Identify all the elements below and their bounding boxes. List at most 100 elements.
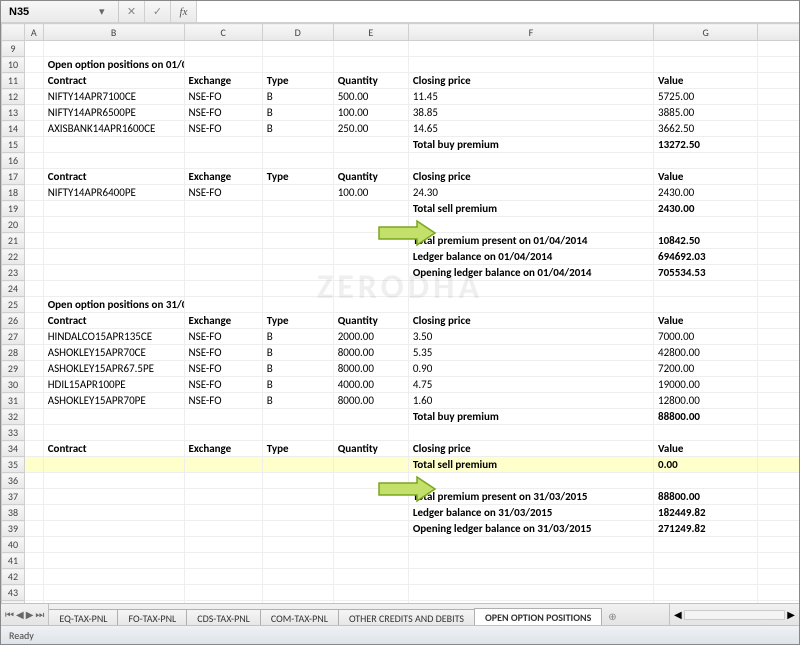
cell[interactable]	[262, 57, 333, 73]
cell[interactable]	[24, 553, 43, 569]
cell[interactable]	[43, 249, 184, 265]
cell[interactable]	[758, 425, 799, 441]
cell[interactable]	[654, 297, 758, 313]
row-header[interactable]: 40	[2, 537, 25, 553]
cell[interactable]	[333, 57, 408, 73]
cell[interactable]	[333, 537, 408, 553]
row-header[interactable]: 41	[2, 553, 25, 569]
cell[interactable]	[184, 409, 262, 425]
cell[interactable]	[43, 265, 184, 281]
cell[interactable]	[184, 569, 262, 585]
cell[interactable]	[262, 521, 333, 537]
cell[interactable]	[262, 569, 333, 585]
cell[interactable]	[758, 441, 799, 457]
cell[interactable]: ASHOKLEY15APR70PE	[43, 393, 184, 409]
cell[interactable]	[184, 265, 262, 281]
cell[interactable]	[654, 537, 758, 553]
cell[interactable]	[333, 457, 408, 473]
cell[interactable]: 38.85	[408, 105, 653, 121]
sheet-tab[interactable]: CDS-TAX-PNL	[186, 609, 261, 625]
cell[interactable]	[333, 473, 408, 489]
cell[interactable]: 88800.00	[654, 409, 758, 425]
cell[interactable]: B	[262, 345, 333, 361]
cell[interactable]	[333, 265, 408, 281]
cell[interactable]: 250.00	[333, 121, 408, 137]
cell[interactable]	[262, 409, 333, 425]
cell[interactable]	[24, 233, 43, 249]
cell[interactable]	[43, 409, 184, 425]
cell[interactable]	[43, 217, 184, 233]
cell[interactable]	[333, 201, 408, 217]
cell[interactable]	[184, 585, 262, 601]
cell[interactable]	[758, 457, 799, 473]
cell[interactable]	[758, 409, 799, 425]
cell[interactable]	[184, 233, 262, 249]
cell[interactable]	[758, 249, 799, 265]
cell[interactable]	[654, 217, 758, 233]
row-header[interactable]: 12	[2, 89, 25, 105]
cell[interactable]	[43, 425, 184, 441]
cell[interactable]: Quantity	[333, 313, 408, 329]
cell[interactable]: Closing price	[408, 73, 653, 89]
cell[interactable]	[758, 313, 799, 329]
cell[interactable]	[24, 185, 43, 201]
cell[interactable]	[24, 121, 43, 137]
cell[interactable]: 19000.00	[654, 377, 758, 393]
cell[interactable]	[24, 393, 43, 409]
cell[interactable]	[758, 57, 799, 73]
cell[interactable]	[262, 297, 333, 313]
cell[interactable]	[43, 153, 184, 169]
tab-nav-first-icon[interactable]: ⏮	[5, 608, 14, 621]
cell[interactable]	[758, 73, 799, 89]
cell[interactable]	[408, 297, 653, 313]
row-header[interactable]: 21	[2, 233, 25, 249]
cell[interactable]: Type	[262, 313, 333, 329]
cell[interactable]	[262, 185, 333, 201]
row-header[interactable]: 29	[2, 361, 25, 377]
cell[interactable]	[333, 409, 408, 425]
cell[interactable]	[184, 489, 262, 505]
cell[interactable]: 3662.50	[654, 121, 758, 137]
row-header[interactable]: 17	[2, 169, 25, 185]
cell[interactable]: 3.50	[408, 329, 653, 345]
cell[interactable]	[758, 537, 799, 553]
cell[interactable]	[24, 457, 43, 473]
cell[interactable]	[758, 281, 799, 297]
row-header[interactable]: 30	[2, 377, 25, 393]
cell[interactable]: 3885.00	[654, 105, 758, 121]
cell[interactable]	[333, 249, 408, 265]
cell[interactable]	[758, 89, 799, 105]
cell[interactable]: Total premium present on 01/04/2014	[408, 233, 653, 249]
row-header[interactable]: 36	[2, 473, 25, 489]
cell[interactable]	[333, 233, 408, 249]
sheet-tab[interactable]: COM-TAX-PNL	[260, 609, 339, 625]
cell[interactable]	[758, 393, 799, 409]
cell[interactable]: Value	[654, 169, 758, 185]
cell[interactable]: Open option positions on 01/04/2014	[43, 57, 184, 73]
cell[interactable]: Opening ledger balance on 31/03/2015	[408, 521, 653, 537]
cell[interactable]	[24, 41, 43, 57]
cell[interactable]	[184, 249, 262, 265]
cell[interactable]	[758, 361, 799, 377]
cell[interactable]	[333, 489, 408, 505]
cell[interactable]	[184, 201, 262, 217]
cell[interactable]	[758, 553, 799, 569]
cell[interactable]: 11.45	[408, 89, 653, 105]
row-header[interactable]: 34	[2, 441, 25, 457]
sheet-tab[interactable]: OPEN OPTION POSITIONS	[474, 608, 602, 625]
cell[interactable]: B	[262, 377, 333, 393]
new-sheet-icon[interactable]: ⊕	[602, 608, 622, 625]
cell[interactable]	[24, 281, 43, 297]
cell[interactable]	[184, 553, 262, 569]
cell[interactable]: Contract	[43, 441, 184, 457]
row-header[interactable]: 15	[2, 137, 25, 153]
cell[interactable]	[758, 153, 799, 169]
cell[interactable]	[758, 585, 799, 601]
cell[interactable]	[654, 569, 758, 585]
cell[interactable]	[24, 265, 43, 281]
cell[interactable]: Quantity	[333, 441, 408, 457]
cell[interactable]	[758, 329, 799, 345]
cell[interactable]	[262, 457, 333, 473]
cell[interactable]	[262, 537, 333, 553]
cell[interactable]: 8000.00	[333, 393, 408, 409]
